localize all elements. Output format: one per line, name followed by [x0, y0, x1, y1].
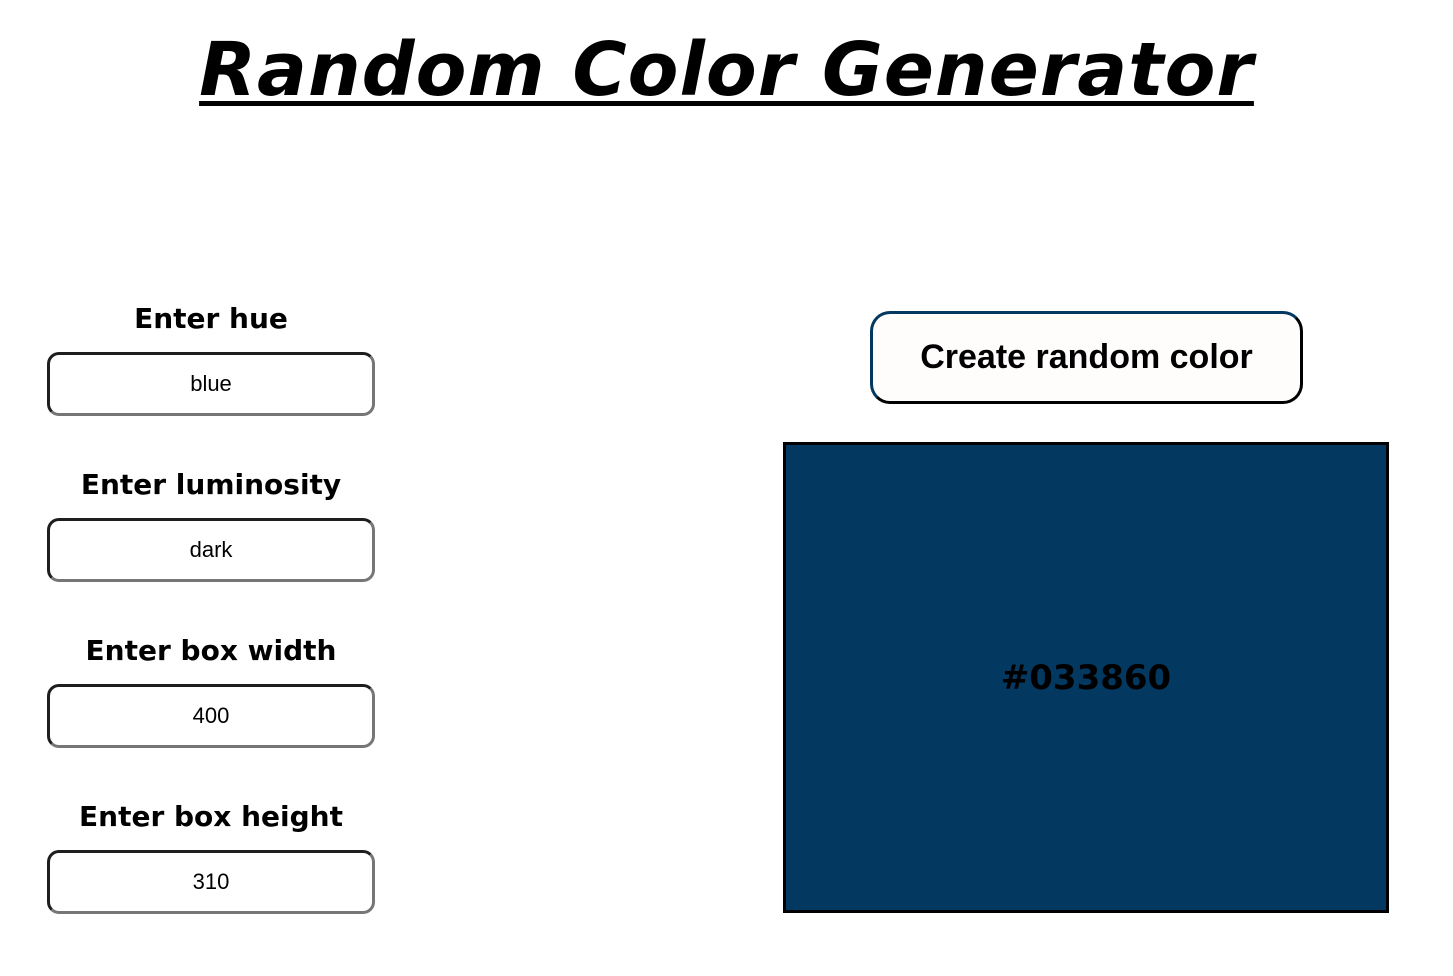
color-preview-box: #033860 — [783, 442, 1389, 913]
box-width-label: Enter box width — [85, 634, 337, 667]
create-random-color-button[interactable]: Create random color — [870, 311, 1303, 404]
luminosity-field-group: Enter luminosity — [47, 468, 375, 582]
hue-input[interactable] — [47, 352, 375, 416]
page-title: Random Color Generator — [199, 27, 1254, 113]
box-height-label: Enter box height — [79, 800, 343, 833]
color-hex-label: #033860 — [1000, 657, 1172, 698]
box-height-field-group: Enter box height — [47, 800, 375, 914]
luminosity-input[interactable] — [47, 518, 375, 582]
hue-label: Enter hue — [134, 302, 288, 335]
luminosity-label: Enter luminosity — [80, 468, 342, 501]
box-height-input[interactable] — [47, 850, 375, 914]
hue-field-group: Enter hue — [47, 302, 375, 416]
box-width-input[interactable] — [47, 684, 375, 748]
box-width-field-group: Enter box width — [47, 634, 375, 748]
